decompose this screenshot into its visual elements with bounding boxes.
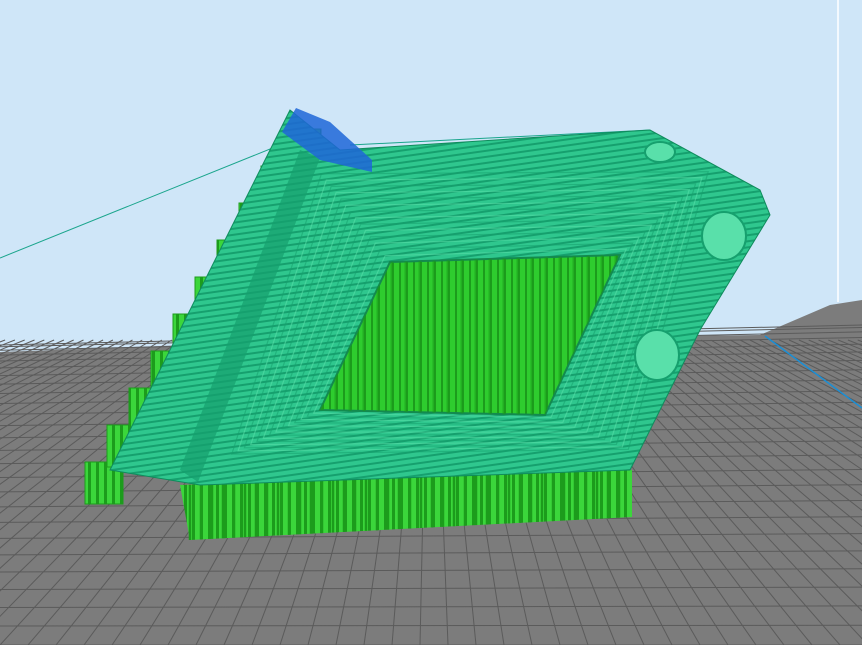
hole-top: [701, 211, 747, 261]
slot-top-corner: [644, 141, 676, 163]
hole-bottom: [634, 329, 680, 381]
scene-canvas[interactable]: [0, 0, 862, 645]
3d-viewport[interactable]: [0, 0, 862, 645]
